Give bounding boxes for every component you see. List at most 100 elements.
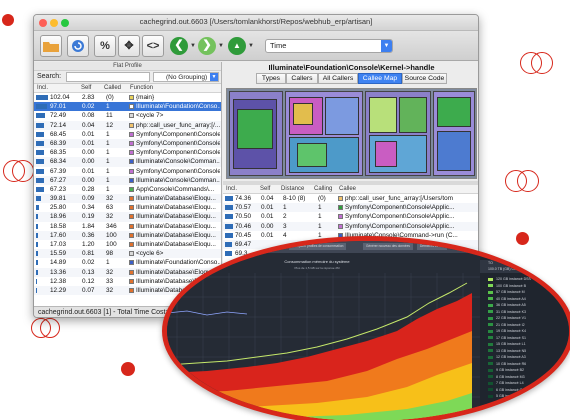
treemap-block[interactable]: [325, 97, 359, 135]
legend-item[interactable]: 7 GB instancé L4: [488, 381, 524, 386]
legend-item[interactable]: 120 GB instancé DSS: [488, 277, 531, 282]
callee-treemap[interactable]: [226, 88, 477, 179]
legend-swatch: [488, 381, 493, 385]
legend-label: 10 GB instancé R6: [496, 361, 527, 366]
legend-label: 13 GB instancé N5: [496, 348, 527, 353]
tab-source-code[interactable]: Source Code: [402, 73, 447, 84]
up-dropdown-icon[interactable]: ▼: [248, 43, 254, 49]
percent-toggle-button[interactable]: %: [94, 35, 116, 57]
self-value: 0.04: [82, 121, 95, 129]
tab-callers[interactable]: Callers: [286, 73, 318, 84]
column-function[interactable]: Function: [130, 85, 153, 91]
column-distance[interactable]: Distance: [281, 186, 304, 192]
flat-profile-row[interactable]: 68.39 0.01 1 Symfony\Component\Console...: [34, 138, 221, 149]
tab-callee-map[interactable]: Callee Map: [358, 73, 402, 84]
column-incl[interactable]: Incl.: [37, 85, 48, 91]
legend-item[interactable]: 19 GB instancé K4: [488, 329, 526, 334]
treemap-block[interactable]: [293, 103, 313, 125]
legend-item[interactable]: 57 GB instancé M: [488, 290, 525, 295]
legend-item[interactable]: 6 GB instancé G6: [488, 388, 524, 393]
cost-bar: [36, 104, 47, 110]
overlay-tab-generate[interactable]: Générer nouveau des données: [363, 243, 413, 250]
treemap-block[interactable]: [237, 109, 273, 149]
tab-all-callers[interactable]: All Callers: [318, 73, 358, 84]
legend-item[interactable]: 15 GB instancé L1: [488, 342, 526, 347]
flat-profile-row[interactable]: 97.01 0.02 1 Illuminate\Foundation\Conso...: [34, 102, 221, 112]
flat-profile-row[interactable]: 67.23 0.28 1 App\Console\Commands\...: [34, 185, 221, 194]
legend-item[interactable]: 10 GB instancé R6: [488, 362, 526, 367]
treemap-block[interactable]: [437, 97, 471, 127]
back-button[interactable]: ❮: [170, 37, 188, 55]
open-folder-button[interactable]: [40, 35, 62, 57]
callee-name: Symfony\Component\Console\Applic...: [345, 204, 455, 212]
flat-profile-row[interactable]: 72.49 0.08 11 <cycle 7>: [34, 111, 221, 120]
flat-profile-row[interactable]: 18.96 0.19 32 Illuminate\Database\Eloqu...: [34, 212, 221, 222]
cost-bar: [36, 168, 44, 174]
callee-row[interactable]: 70.57 0.01 1 1 Symfony\Component\Console\App…: [223, 203, 478, 213]
legend-item[interactable]: 5 GB instancé D5: [488, 394, 524, 399]
column-called[interactable]: Called: [104, 85, 121, 91]
column-self[interactable]: Self: [81, 85, 91, 91]
function-name: Illuminate\Database\Eloqu...: [136, 231, 216, 239]
column-self[interactable]: Self: [260, 186, 270, 192]
search-input[interactable]: [66, 72, 150, 82]
column-callee[interactable]: Callee: [339, 186, 356, 192]
callee-row[interactable]: 74.36 0.04 8-10 (8) (0) php::call_user_func_…: [223, 194, 478, 203]
legend-item[interactable]: 36 GB instancé A5: [488, 303, 526, 308]
legend-item[interactable]: 40 GB instancé A4: [488, 297, 526, 302]
treemap-block[interactable]: [369, 97, 397, 133]
flat-profile-row[interactable]: 102.04 2.83 (0) {main}: [34, 93, 221, 102]
legend-item[interactable]: 100 GB instancé B: [488, 284, 526, 289]
overlay-tab-consumption[interactable]: Comparer profiles de consommation: [289, 243, 347, 250]
self-value: 1.84: [82, 222, 95, 230]
legend-item[interactable]: 17 GB instancé S1: [488, 336, 526, 341]
treemap-block[interactable]: [437, 131, 471, 171]
function-name: Symfony\Component\Console...: [136, 139, 220, 147]
forward-button[interactable]: ❯: [198, 37, 216, 55]
flat-profile-row[interactable]: 68.35 0.00 1 Symfony\Component\Console...: [34, 148, 221, 157]
flat-profile-row[interactable]: 68.34 0.00 1 Illuminate\Console\Comman...: [34, 157, 221, 167]
callee-row[interactable]: 70.50 0.01 2 1 Symfony\Component\Console\App…: [223, 212, 478, 221]
legend-item[interactable]: 22 GB instancé V1: [488, 316, 526, 321]
flat-profile-row[interactable]: 68.45 0.01 1 Symfony\Component\Console...: [34, 130, 221, 139]
shorten-templates-button[interactable]: <>: [142, 35, 164, 57]
treemap-block[interactable]: [297, 143, 327, 167]
treemap-block[interactable]: [375, 141, 397, 167]
legend-item[interactable]: 21 GB instancé I2: [488, 323, 525, 328]
treemap-block[interactable]: [399, 97, 427, 133]
flat-profile-row[interactable]: 17.60 0.36 100 Illuminate\Database\Eloqu...: [34, 230, 221, 240]
incl-value: 12.38: [50, 277, 66, 285]
forward-dropdown-icon[interactable]: ▼: [218, 43, 224, 49]
flat-profile-row[interactable]: 72.14 0.04 12 php::call_user_func_array:[/.…: [34, 120, 221, 130]
legend-item[interactable]: 9 GB instancé B2: [488, 368, 524, 373]
flat-profile-row[interactable]: 25.80 0.34 63 Illuminate\Database\Eloqu...: [34, 203, 221, 212]
tab-types[interactable]: Types: [256, 73, 286, 84]
column-calling[interactable]: Calling: [314, 186, 332, 192]
function-name: Illuminate\Database\Eloqu...: [136, 195, 216, 203]
function-color-swatch: [338, 196, 343, 201]
cycle-detection-button[interactable]: ✥: [118, 35, 140, 57]
overlay-tab-exec[interactable]: Comparer profiles d'exécution: [225, 243, 274, 250]
up-button[interactable]: ▲: [228, 37, 246, 55]
flat-profile-row[interactable]: 67.39 0.01 1 Symfony\Component\Console...: [34, 167, 221, 176]
event-type-select[interactable]: Time ▼: [265, 39, 393, 53]
legend-item[interactable]: 8 GB instancé M3: [488, 375, 525, 380]
function-color-swatch: [338, 205, 343, 211]
grouping-select[interactable]: (No Grouping) ▼: [153, 72, 219, 82]
function-name: Symfony\Component\Console...: [136, 130, 220, 138]
back-dropdown-icon[interactable]: ▼: [190, 43, 196, 49]
legend-item[interactable]: 31 GB instancé K3: [488, 310, 526, 315]
flat-profile-row[interactable]: 18.58 1.84 346 Illuminate\Database\Eloqu...: [34, 222, 221, 231]
column-incl[interactable]: Incl.: [226, 186, 237, 192]
cost-bar: [36, 251, 38, 257]
callee-row[interactable]: 70.46 0.00 3 1 Symfony\Component\Console\App…: [223, 221, 478, 231]
flat-profile-row[interactable]: 67.27 0.00 1 Illuminate\Console\Comman...: [34, 175, 221, 185]
overlay-tab-timerange[interactable]: Dernières 60 min: [417, 243, 448, 250]
legend-item[interactable]: 13 GB instancé N5: [488, 349, 526, 354]
folder-icon: [43, 42, 59, 52]
legend-header-left: TO: [488, 261, 493, 265]
incl-value: 70.50: [235, 213, 251, 221]
reload-button[interactable]: [67, 35, 89, 57]
flat-profile-row[interactable]: 39.81 0.09 32 Illuminate\Database\Eloqu...: [34, 194, 221, 204]
legend-item[interactable]: 12 GB instancé A3: [488, 355, 526, 360]
